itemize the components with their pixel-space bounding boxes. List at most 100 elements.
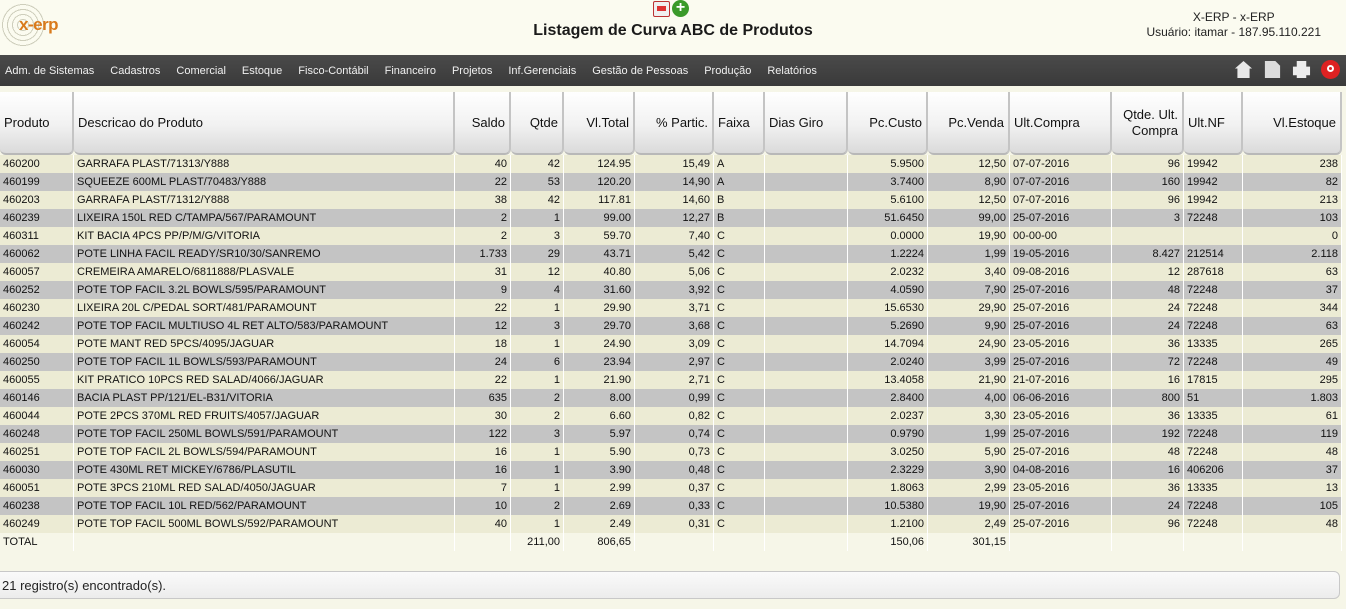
table-cell: A (714, 173, 765, 191)
table-row[interactable]: 460252 POTE TOP FACIL 3.2L BOWLS/595/PARA… (0, 281, 1342, 299)
table-row[interactable]: 460203 GARRAFA PLAST/71312/Y888 38 42 117.81… (0, 191, 1342, 209)
table-row[interactable]: 460055 KIT PRATICO 10PCS RED SALAD/4066/J… (0, 371, 1342, 389)
table-cell: 1 (511, 209, 564, 227)
column-header[interactable]: Ult.Compra (1010, 92, 1112, 155)
print-icon[interactable] (1292, 60, 1311, 79)
menu-item[interactable]: Projetos (452, 65, 492, 77)
table-row[interactable]: 460044 POTE 2PCS 370ML RED FRUITS/4057/JA… (0, 407, 1342, 425)
menu-item[interactable]: Inf.Gerenciais (508, 65, 576, 77)
menu-item[interactable]: Comercial (176, 65, 226, 77)
column-header[interactable]: Saldo (455, 92, 511, 155)
table-cell: 344 (1243, 299, 1342, 317)
table-cell: 3,09 (635, 335, 714, 353)
table-cell: 24 (1112, 497, 1184, 515)
table-row[interactable]: 460311 KIT BACIA 4PCS PP/P/M/G/VITORIA 2 3 5… (0, 227, 1342, 245)
table-cell: 460238 (0, 497, 74, 515)
add-icon[interactable]: + (672, 0, 689, 17)
table-row[interactable]: 460230 LIXEIRA 20L C/PEDAL SORT/481/PARAM… (0, 299, 1342, 317)
table-cell: 0,99 (635, 389, 714, 407)
column-header[interactable]: Dias Giro (765, 92, 848, 155)
table-cell: 72 (1112, 353, 1184, 371)
table-cell: 460252 (0, 281, 74, 299)
column-header[interactable]: Vl.Estoque (1243, 92, 1342, 155)
table-cell: 1 (511, 461, 564, 479)
table-row[interactable]: 460199 SQUEEZE 600ML PLAST/70483/Y888 22 53… (0, 173, 1342, 191)
table-row[interactable]: 460238 POTE TOP FACIL 10L RED/562/PARAMOU… (0, 497, 1342, 515)
total-empty-cell (714, 533, 765, 551)
table-cell: 24 (1112, 299, 1184, 317)
table-cell: 63 (1243, 317, 1342, 335)
table-cell: 460044 (0, 407, 74, 425)
power-icon[interactable] (1321, 60, 1340, 79)
pdf-icon[interactable] (653, 1, 670, 17)
table-cell: C (714, 407, 765, 425)
menu-item[interactable]: Gestão de Pessoas (592, 65, 688, 77)
column-header[interactable]: Qtde. Ult. Compra (1112, 92, 1184, 155)
table-cell: 6 (511, 353, 564, 371)
table-row[interactable]: 460062 POTE LINHA FACIL READY/SR10/30/SAN… (0, 245, 1342, 263)
table-cell: POTE TOP FACIL 10L RED/562/PARAMOUNT (74, 497, 455, 515)
table-cell: 37 (1243, 281, 1342, 299)
table-row[interactable]: 460200 GARRAFA PLAST/71313/Y888 40 42 124.95… (0, 155, 1342, 173)
column-header[interactable]: Qtde (511, 92, 564, 155)
table-cell: 2.118 (1243, 245, 1342, 263)
table-cell: 1.8063 (848, 479, 928, 497)
totals-row: TOTAL 211,00 806,65 150,06 301,15 (0, 533, 1342, 551)
table-cell: 8.427 (1112, 245, 1184, 263)
column-header[interactable]: Descricao do Produto (74, 92, 455, 155)
table-row[interactable]: 460250 POTE TOP FACIL 1L BOWLS/593/PARAMO… (0, 353, 1342, 371)
table-row[interactable]: 460242 POTE TOP FACIL MULTIUSO 4L RET ALT… (0, 317, 1342, 335)
column-header[interactable]: Faixa (714, 92, 765, 155)
top-actions: + (653, 0, 693, 18)
table-cell: 8,90 (928, 173, 1010, 191)
menu-item[interactable]: Relatórios (767, 65, 817, 77)
table-row[interactable]: 460251 POTE TOP FACIL 2L BOWLS/594/PARAMO… (0, 443, 1342, 461)
table-cell: 19,90 (928, 227, 1010, 245)
table-cell: POTE 3PCS 210ML RED SALAD/4050/JAGUAR (74, 479, 455, 497)
table-cell: 460203 (0, 191, 74, 209)
table-cell: 7,40 (635, 227, 714, 245)
table-cell: 17815 (1184, 371, 1243, 389)
column-header[interactable]: Produto (0, 92, 74, 155)
column-header[interactable]: Ult.NF (1184, 92, 1243, 155)
table-cell: 460146 (0, 389, 74, 407)
menu-item[interactable]: Financeiro (385, 65, 436, 77)
export-icon[interactable] (1264, 60, 1281, 79)
table-cell: 48 (1112, 281, 1184, 299)
table-cell: 5,90 (928, 443, 1010, 461)
table-cell: 53 (511, 173, 564, 191)
table-row[interactable]: 460239 LIXEIRA 150L RED C/TAMPA/567/PARAM… (0, 209, 1342, 227)
column-header[interactable]: Pc.Venda (928, 92, 1010, 155)
table-row[interactable]: 460030 POTE 430ML RET MICKEY/6786/PLASUTI… (0, 461, 1342, 479)
table-cell: 22 (455, 371, 511, 389)
table-cell: CREMEIRA AMARELO/6811888/PLASVALE (74, 263, 455, 281)
table-cell: 122 (455, 425, 511, 443)
table-cell (765, 515, 848, 533)
home-icon[interactable] (1234, 60, 1253, 79)
column-header[interactable]: Pc.Custo (848, 92, 928, 155)
table-cell: 1 (511, 335, 564, 353)
table-cell: 14,60 (635, 191, 714, 209)
table-row[interactable]: 460057 CREMEIRA AMARELO/6811888/PLASVALE 3… (0, 263, 1342, 281)
table-cell: 2 (511, 497, 564, 515)
menu-item[interactable]: Cadastros (110, 65, 160, 77)
table-row[interactable]: 460248 POTE TOP FACIL 250ML BOWLS/591/PAR… (0, 425, 1342, 443)
table-cell: 0,74 (635, 425, 714, 443)
column-header[interactable]: % Partic. (635, 92, 714, 155)
menu-item[interactable]: Fisco-Contábil (298, 65, 368, 77)
table-cell: 72248 (1184, 425, 1243, 443)
menu-item[interactable]: Adm. de Sistemas (5, 65, 94, 77)
menu-item[interactable]: Produção (704, 65, 751, 77)
table-row[interactable]: 460146 BACIA PLAST PP/121/EL-B31/VITORIA 6… (0, 389, 1342, 407)
table-row[interactable]: 460249 POTE TOP FACIL 500ML BOWLS/592/PAR… (0, 515, 1342, 533)
menu-item[interactable]: Estoque (242, 65, 282, 77)
column-header[interactable]: Vl.Total (564, 92, 635, 155)
table-row[interactable]: 460054 POTE MANT RED 5PCS/4095/JAGUAR 18 1 2… (0, 335, 1342, 353)
total-empty-cell (1010, 533, 1112, 551)
table-cell: C (714, 371, 765, 389)
table-cell: 800 (1112, 389, 1184, 407)
table-cell: 3.7400 (848, 173, 928, 191)
table-cell: 40.80 (564, 263, 635, 281)
main-menu: Adm. de Sistemas Cadastros Comercial Estoqu… (0, 55, 1346, 86)
table-row[interactable]: 460051 POTE 3PCS 210ML RED SALAD/4050/JAG… (0, 479, 1342, 497)
